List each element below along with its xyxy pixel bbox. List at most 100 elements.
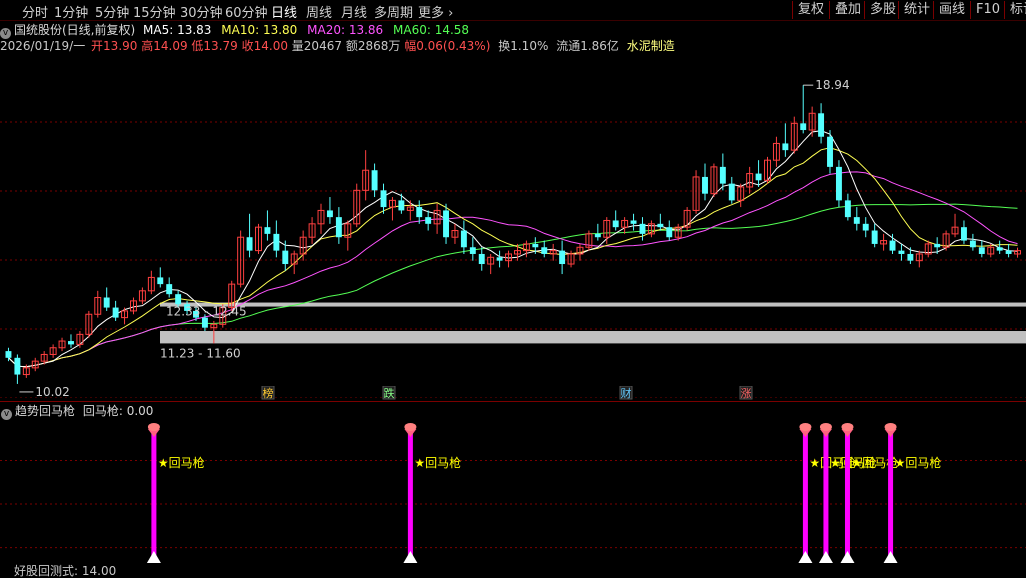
candle [719, 153, 726, 191]
candle-body [666, 227, 673, 238]
candle-body [978, 247, 985, 254]
toolbar-button-2[interactable]: 多股 [864, 1, 896, 19]
high-price-label: 18.94 [815, 78, 849, 92]
volume-value: 量20467 [291, 39, 342, 53]
candle [255, 223, 262, 254]
candle [326, 197, 333, 224]
candle-body [800, 123, 807, 131]
candle-body [112, 307, 119, 318]
toolbar-button-4[interactable]: 画线 [933, 1, 965, 19]
candle-body [103, 297, 110, 308]
candle [380, 183, 387, 214]
candle [49, 344, 57, 358]
candle-body [657, 223, 664, 228]
ma20-value: MA20: 13.86 [307, 23, 384, 37]
candle-body [175, 294, 182, 305]
candle [942, 230, 950, 251]
toolbar-button-1[interactable]: 叠加 [829, 1, 861, 19]
indicator-chart[interactable]: ★回马枪 ★回马枪 ★回马枪★回马枪★回马枪★回马枪 [0, 417, 1026, 565]
toolbar-button-5[interactable]: F10 [970, 1, 1000, 19]
candle-body [898, 250, 905, 254]
candle-body [541, 247, 548, 254]
stock-name: 国统股份(日线,前复权) [14, 23, 136, 37]
candle-body [827, 136, 833, 167]
candle [728, 176, 735, 204]
candle [1014, 247, 1022, 258]
candle-body [157, 277, 164, 285]
candle [818, 103, 825, 144]
candle-body [862, 223, 869, 231]
candle [898, 243, 905, 261]
candle [585, 230, 593, 251]
tab-7[interactable]: 周线 [306, 2, 332, 21]
candle [827, 130, 833, 174]
candle [907, 247, 914, 265]
open-price: 开13.90 [91, 39, 138, 53]
tab-10[interactable]: 更多 › [418, 2, 453, 21]
tab-3[interactable]: 15分钟 [133, 2, 176, 21]
candle [147, 270, 155, 295]
candle-body [1005, 250, 1012, 254]
tab-1[interactable]: 1分钟 [54, 2, 88, 21]
candle-body [755, 173, 762, 181]
candle-body [907, 253, 914, 261]
tab-8[interactable]: 月线 [341, 2, 367, 21]
candle-body [630, 220, 637, 224]
candle [541, 240, 548, 258]
candle [121, 307, 129, 325]
candle-body [425, 217, 432, 224]
candle [362, 150, 370, 201]
candle-body [398, 200, 405, 211]
candle-body [443, 210, 449, 238]
amount-value: 额2868万 [345, 39, 401, 53]
candle [1005, 243, 1012, 258]
tab-2[interactable]: 5分钟 [95, 2, 129, 21]
signal-base-icon [403, 551, 418, 563]
event-marker: 榜 [263, 386, 274, 400]
candle [755, 160, 762, 187]
toolbar-button-0[interactable]: 复权 [792, 1, 824, 19]
candle-body [594, 233, 601, 238]
candlestick-chart[interactable]: 18.9410.0212.33 - 12.4511.23 - 11.60 [0, 53, 1026, 398]
candle [960, 220, 967, 244]
turnover-value: 换1.10% [498, 39, 549, 53]
indicator-header: v 趋势回马枪 回马枪: 0.00 [0, 401, 1026, 420]
indicator-title[interactable]: 趋势回马枪 [15, 404, 75, 418]
candle-body [996, 247, 1003, 251]
candle [969, 233, 976, 251]
toolbar-button-6[interactable]: 标记 [1004, 1, 1026, 19]
low-price: 低13.79 [191, 39, 238, 53]
candle [710, 163, 718, 198]
tab-0[interactable]: 分时 [22, 2, 48, 21]
candle-body [960, 227, 967, 241]
candle-body [702, 176, 708, 194]
candle [505, 250, 513, 268]
candle [782, 123, 789, 157]
signal-bar-body [407, 429, 413, 563]
signal-base-icon [818, 551, 833, 563]
candle-body [469, 247, 476, 254]
quote-info-row: 2026/01/19/一 开13.90 高14.09 低13.79 收14.00… [0, 37, 675, 53]
signal-cap-icon [841, 423, 854, 431]
tab-6[interactable]: 日线 [271, 2, 297, 21]
candle-body [380, 190, 387, 208]
signal-cap-icon [404, 423, 417, 431]
ma-legend-row: v 国统股份(日线,前复权) MA5: 13.83 MA10: 13.80 MA2… [0, 21, 469, 39]
candle [764, 156, 771, 184]
toolbar-button-3[interactable]: 统计 [898, 1, 930, 19]
tab-9[interactable]: 多周期 [374, 2, 413, 21]
tab-5[interactable]: 60分钟 [225, 2, 268, 21]
candle-body [460, 230, 467, 248]
signal-cap-icon [799, 423, 812, 431]
candle [951, 213, 959, 238]
high-price: 高14.09 [141, 39, 188, 53]
ma5-value: MA5: 13.83 [143, 23, 212, 37]
candle-body [246, 237, 253, 251]
candle [460, 220, 467, 254]
tab-4[interactable]: 30分钟 [180, 2, 223, 21]
signal-label: ★回马枪 [158, 455, 205, 470]
date-label: 2026/01/19/一 [0, 39, 86, 53]
signal-label: ★回马枪 [414, 455, 461, 470]
candle [469, 237, 476, 261]
candle [871, 223, 878, 248]
